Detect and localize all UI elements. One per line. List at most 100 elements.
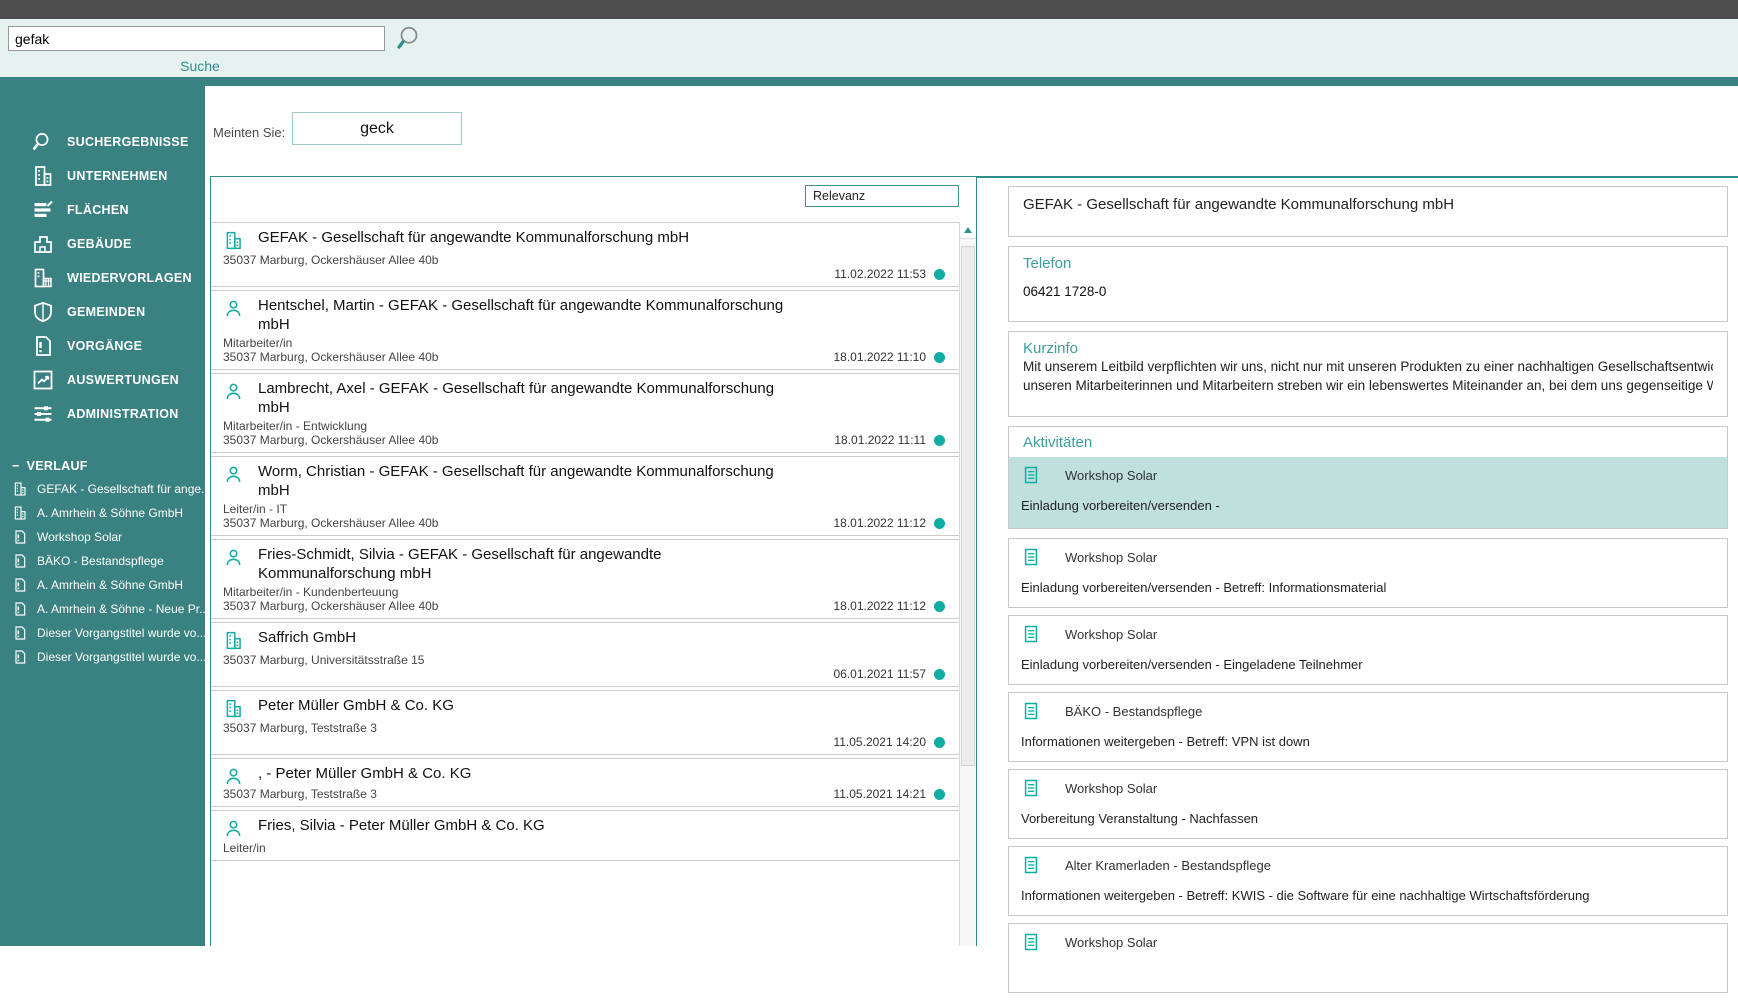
- result-row[interactable]: Hentschel, Martin - GEFAK - Gesellschaft…: [211, 290, 959, 370]
- history-item[interactable]: A. Amrhein & Söhne GmbH: [0, 573, 205, 597]
- action-button[interactable]: [926, 818, 945, 837]
- action-button[interactable]: [926, 698, 945, 717]
- result-tab[interactable]: [242, 150, 262, 161]
- result-tab[interactable]: [344, 150, 364, 161]
- search-bar: Suche: [0, 19, 1738, 77]
- action-button[interactable]: [830, 818, 849, 837]
- activity-item[interactable]: BÄKO - Bestandspflege Informationen weit…: [1008, 692, 1728, 762]
- person-icon: [223, 381, 244, 402]
- action-button[interactable]: [926, 547, 945, 566]
- result-row[interactable]: Worm, Christian - GEFAK - Gesellschaft f…: [211, 456, 959, 536]
- result-row[interactable]: Fries-Schmidt, Silvia - GEFAK - Gesellsc…: [211, 539, 959, 619]
- action-button[interactable]: [894, 298, 913, 317]
- result-row[interactable]: Fries, Silvia - Peter Müller GmbH & Co. …: [211, 810, 959, 861]
- action-button[interactable]: [926, 464, 945, 483]
- activity-item[interactable]: Workshop Solar: [1008, 923, 1728, 993]
- result-tab[interactable]: [310, 150, 330, 161]
- activity-item[interactable]: Workshop Solar Einladung vorbereiten/ver…: [1008, 615, 1728, 685]
- result-row[interactable]: GEFAK - Gesellschaft für angewandte Komm…: [211, 222, 959, 287]
- action-button[interactable]: [862, 818, 881, 837]
- search-button[interactable]: [394, 23, 424, 55]
- action-button[interactable]: [862, 464, 881, 483]
- result-tab[interactable]: [378, 150, 398, 161]
- result-row[interactable]: Lambrecht, Axel - GEFAK - Gesellschaft f…: [211, 373, 959, 453]
- did-you-mean-suggestion[interactable]: geck: [292, 112, 462, 145]
- sidebar-item[interactable]: SUCHERGEBNISSE: [18, 126, 205, 157]
- activity-title: Workshop Solar: [1065, 781, 1157, 796]
- history-item[interactable]: A. Amrhein & Söhne GmbH: [0, 501, 205, 525]
- action-button[interactable]: [862, 381, 881, 400]
- action-button[interactable]: [894, 547, 913, 566]
- result-row[interactable]: Saffrich GmbH 35037 Marburg, Universität…: [211, 622, 959, 687]
- history-item[interactable]: Dieser Vorgangstitel wurde vo...: [0, 645, 205, 669]
- action-button[interactable]: [926, 298, 945, 317]
- result-row[interactable]: , - Peter Müller GmbH & Co. KG 35037 Mar…: [211, 758, 959, 807]
- search-input[interactable]: [8, 26, 385, 51]
- scroll-up-button[interactable]: [960, 222, 976, 239]
- action-button[interactable]: [862, 547, 881, 566]
- action-button[interactable]: [894, 230, 913, 249]
- action-button[interactable]: [926, 766, 945, 785]
- activity-item[interactable]: Workshop Solar Einladung vorbereiten/ver…: [1009, 457, 1727, 528]
- phone-label: Telefon: [1023, 255, 1713, 272]
- action-button[interactable]: [830, 464, 849, 483]
- case-icon: [12, 577, 28, 593]
- shield-icon: [31, 300, 55, 324]
- kurzinfo-text: Mit unserem Leitbild verpflichten wir un…: [1023, 357, 1713, 376]
- sort-dropdown[interactable]: Relevanz: [805, 185, 959, 207]
- sidebar-item[interactable]: ADMINISTRATION: [18, 398, 205, 429]
- result-address: 35037 Marburg, Teststraße 3: [223, 721, 945, 735]
- history-item[interactable]: A. Amrhein & Söhne - Neue Pr...: [0, 597, 205, 621]
- result-tab[interactable]: [276, 150, 296, 161]
- result-address: 35037 Marburg, Ockershäuser Allee 40b: [223, 350, 438, 364]
- action-button[interactable]: [926, 381, 945, 400]
- detail-title: GEFAK - Gesellschaft für angewandte Komm…: [1023, 196, 1713, 213]
- collapse-icon[interactable]: −: [12, 459, 20, 473]
- status-dot-icon: [934, 435, 945, 446]
- action-button[interactable]: [830, 381, 849, 400]
- result-address: 35037 Marburg, Ockershäuser Allee 40b: [223, 599, 438, 613]
- sidebar-item[interactable]: GEBÄUDE: [18, 228, 205, 259]
- action-button[interactable]: [926, 230, 945, 249]
- sidebar: SUCHERGEBNISSE UNTERNEHMEN FLÄCHEN GEBÄU…: [0, 86, 205, 946]
- action-button[interactable]: [862, 766, 881, 785]
- result-title: Hentschel, Martin - GEFAK - Gesellschaft…: [258, 296, 803, 334]
- history-item[interactable]: Dieser Vorgangstitel wurde vo...: [0, 621, 205, 645]
- action-button[interactable]: [862, 298, 881, 317]
- action-button[interactable]: [894, 630, 913, 649]
- result-tab[interactable]: [412, 150, 432, 161]
- action-button[interactable]: [894, 818, 913, 837]
- sidebar-item[interactable]: AUSWERTUNGEN: [18, 364, 205, 395]
- action-button[interactable]: [926, 630, 945, 649]
- activity-item[interactable]: Alter Kramerladen - Bestandspflege Infor…: [1008, 846, 1728, 916]
- detail-panel: GEFAK - Gesellschaft für angewandte Komm…: [1008, 186, 1728, 1000]
- action-button[interactable]: [894, 464, 913, 483]
- result-tab[interactable]: [446, 150, 466, 161]
- building-icon: [31, 164, 55, 188]
- result-row[interactable]: Peter Müller GmbH & Co. KG 35037 Marburg…: [211, 690, 959, 755]
- history-item[interactable]: GEFAK - Gesellschaft für ange...: [0, 477, 205, 501]
- action-button[interactable]: [894, 766, 913, 785]
- history-item[interactable]: BÄKO - Bestandspflege: [0, 549, 205, 573]
- action-button[interactable]: [894, 381, 913, 400]
- result-tab[interactable]: [208, 150, 228, 161]
- activity-item[interactable]: Workshop Solar Einladung vorbereiten/ver…: [1008, 538, 1728, 608]
- history-header[interactable]: − VERLAUF: [0, 455, 205, 477]
- search-label: Suche: [120, 58, 280, 74]
- status-dot-icon: [934, 669, 945, 680]
- action-button[interactable]: [830, 547, 849, 566]
- sidebar-item[interactable]: WIEDERVORLAGEN: [18, 262, 205, 293]
- sidebar-item[interactable]: VORGÄNGE: [18, 330, 205, 361]
- sidebar-item[interactable]: GEMEINDEN: [18, 296, 205, 327]
- action-button[interactable]: [830, 766, 849, 785]
- action-button[interactable]: [894, 698, 913, 717]
- sidebar-item[interactable]: UNTERNEHMEN: [18, 160, 205, 191]
- document-icon: [1021, 778, 1041, 798]
- sidebar-item[interactable]: FLÄCHEN: [18, 194, 205, 225]
- action-button[interactable]: [830, 298, 849, 317]
- list-scrollbar[interactable]: [959, 222, 976, 946]
- activity-item[interactable]: Workshop Solar Vorbereitung Veranstaltun…: [1008, 769, 1728, 839]
- sidebar-item-label: GEMEINDEN: [67, 305, 145, 319]
- history-item[interactable]: Workshop Solar: [0, 525, 205, 549]
- scrollbar-thumb[interactable]: [961, 246, 975, 766]
